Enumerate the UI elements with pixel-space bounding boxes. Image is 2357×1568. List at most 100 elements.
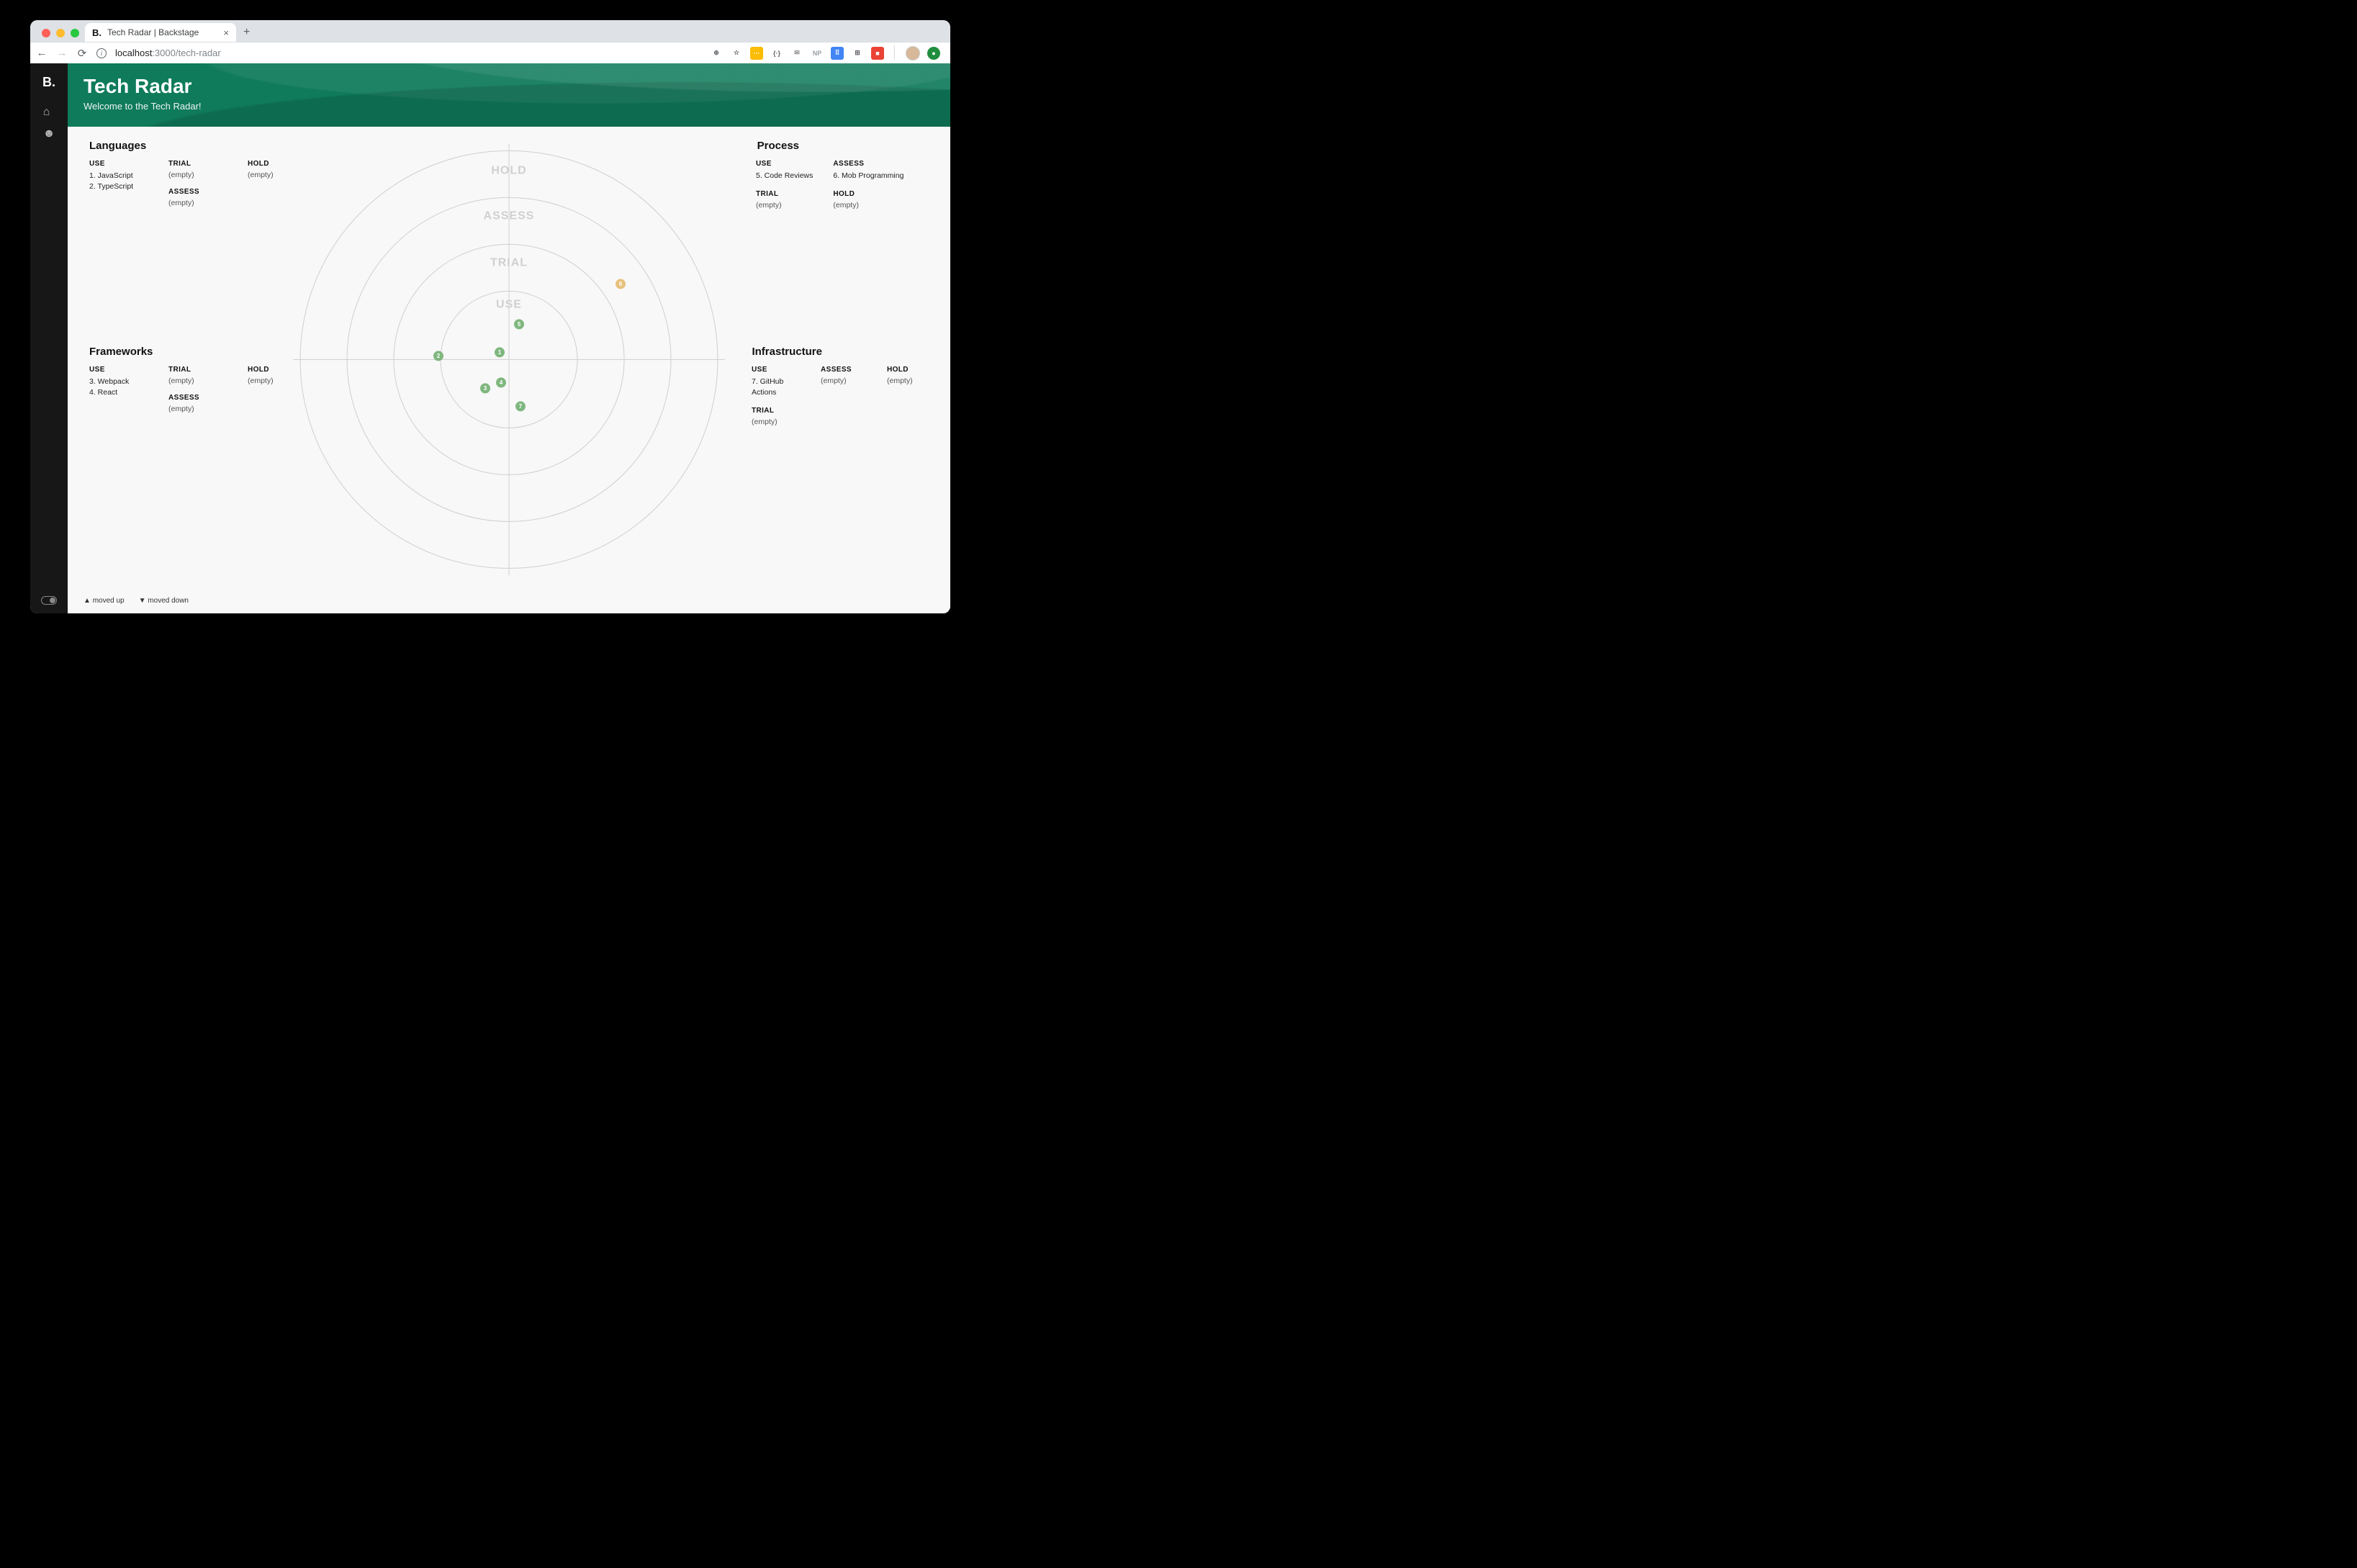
user-icon[interactable]: ☻ (43, 123, 55, 145)
ring-label-trial: TRIAL (490, 256, 528, 269)
ext-braces[interactable]: {·} (770, 47, 783, 60)
empty-label: (empty) (168, 171, 219, 179)
list-item[interactable]: 2. TypeScript (89, 181, 140, 192)
sidebar: B. ⌂☻ (30, 63, 68, 613)
browser-chrome: B. Tech Radar | Backstage × + ← → ⟳ i lo… (30, 20, 950, 63)
profile-avatar[interactable] (906, 46, 920, 60)
page-subtitle: Welcome to the Tech Radar! (84, 101, 934, 112)
content-area: Tech Radar Welcome to the Tech Radar! La… (68, 63, 950, 613)
close-icon[interactable]: × (223, 27, 229, 38)
legend: ▲ moved up ▼ moved down (84, 597, 189, 605)
blip-3[interactable]: 3 (480, 383, 490, 393)
quadrant-block-languages: USE 1. JavaScript2. TypeScript TRIAL (em… (89, 157, 298, 207)
site-info-icon[interactable]: i (96, 48, 107, 58)
section-head-trial: TRIAL (168, 366, 219, 374)
section-head-trial: TRIAL (168, 160, 219, 168)
window-close-icon[interactable] (42, 29, 50, 37)
svg-text:6: 6 (619, 281, 623, 287)
list-item[interactable]: 5. Code Reviews (756, 171, 813, 181)
svg-text:3: 3 (484, 385, 487, 392)
section-head-assess: ASSESS (821, 366, 871, 374)
svg-text:1: 1 (498, 349, 502, 356)
sidebar-toggle[interactable] (41, 596, 57, 605)
empty-label: (empty) (168, 405, 219, 413)
quadrant-title-languages: Languages (89, 140, 146, 152)
zoom-icon[interactable]: ⊕ (710, 47, 723, 60)
section-head-trial: TRIAL (752, 407, 805, 415)
empty-label: (empty) (248, 171, 298, 179)
address-bar-row: ← → ⟳ i localhost:3000/tech-radar ⊕ ☆ ··· {… (30, 42, 950, 63)
radar-area: Languages USE 1. JavaScript2. TypeScript… (68, 127, 950, 613)
ring-label-assess: ASSESS (484, 209, 535, 222)
page-header: Tech Radar Welcome to the Tech Radar! (68, 63, 950, 127)
blip-7[interactable]: 7 (515, 401, 526, 411)
home-icon[interactable]: ⌂ (43, 102, 55, 123)
blip-5[interactable]: 5 (514, 319, 524, 329)
ext-translate[interactable]: ⠿ (831, 47, 844, 60)
star-icon[interactable]: ☆ (730, 47, 743, 60)
list-item[interactable]: 6. Mob Programming (833, 171, 903, 181)
app-logo[interactable]: B. (42, 71, 55, 96)
empty-label: (empty) (756, 201, 813, 209)
list-item[interactable]: 3. Webpack (89, 377, 140, 387)
radar-chart: HOLD ASSESS TRIAL USE 1 2 3 4 5 6 7 (293, 143, 725, 579)
ext-yellow[interactable]: ··· (750, 47, 763, 60)
section-head-assess: ASSESS (168, 188, 219, 196)
empty-label: (empty) (168, 199, 219, 207)
legend-moved-up: ▲ moved up (84, 597, 125, 605)
svg-text:7: 7 (519, 403, 523, 410)
empty-label: (empty) (887, 377, 937, 385)
window-minimize-icon[interactable] (56, 29, 65, 37)
list-item[interactable]: 1. JavaScript (89, 171, 140, 181)
url-path: :3000/tech-radar (152, 48, 220, 58)
url-host: localhost (115, 48, 152, 58)
window-maximize-icon[interactable] (71, 29, 79, 37)
section-head-assess: ASSESS (168, 394, 219, 402)
blip-1[interactable]: 1 (495, 347, 505, 357)
new-tab-button[interactable]: + (236, 26, 257, 42)
ext-red[interactable]: ■ (871, 47, 884, 60)
svg-text:5: 5 (518, 321, 521, 328)
legend-moved-down: ▼ moved down (139, 597, 189, 605)
back-button[interactable]: ← (36, 47, 48, 59)
page-title: Tech Radar (84, 75, 934, 98)
blip-2[interactable]: 2 (433, 351, 443, 361)
section-head-hold: HOLD (248, 160, 298, 168)
quadrant-block-process: USE 5. Code Reviews TRIAL (empty) ASSESS… (756, 157, 929, 209)
section-head-hold: HOLD (887, 366, 937, 374)
section-head-trial: TRIAL (756, 190, 813, 198)
update-available-icon[interactable]: ● (927, 47, 940, 60)
quadrant-title-infrastructure: Infrastructure (752, 346, 822, 358)
browser-window: B. Tech Radar | Backstage × + ← → ⟳ i lo… (30, 20, 950, 613)
ring-label-hold: HOLD (491, 164, 526, 176)
section-head-use: USE (752, 366, 805, 374)
forward-button[interactable]: → (56, 47, 68, 59)
ext-mail[interactable]: ✉ (790, 47, 803, 60)
section-head-use: USE (756, 160, 813, 168)
radar-rings (293, 143, 725, 575)
empty-label: (empty) (248, 377, 298, 385)
list-item[interactable]: 4. React (89, 387, 140, 398)
favicon-icon: B. (92, 27, 102, 38)
extensions-row: ⊕☆···{·}✉NP⠿⊞■│● (710, 46, 945, 60)
section-head-hold: HOLD (248, 366, 298, 374)
browser-tab[interactable]: B. Tech Radar | Backstage × (85, 23, 236, 42)
svg-text:4: 4 (500, 379, 503, 386)
ext-grid[interactable]: ⊞ (851, 47, 864, 60)
blip-4[interactable]: 4 (496, 377, 506, 387)
empty-label: (empty) (168, 377, 219, 385)
blip-6[interactable]: 6 (616, 279, 626, 289)
ring-label-use: USE (496, 298, 522, 310)
quadrant-title-process: Process (757, 140, 799, 152)
ext-np[interactable]: NP (811, 47, 824, 60)
svg-text:2: 2 (437, 353, 441, 359)
tab-title: Tech Radar | Backstage (107, 27, 199, 37)
address-bar[interactable]: localhost:3000/tech-radar (115, 48, 221, 58)
quadrant-block-frameworks: USE 3. Webpack4. React TRIAL (empty) ASS… (89, 363, 298, 413)
list-item[interactable]: 7. GitHub Actions (752, 377, 805, 398)
app-shell: B. ⌂☻ Tech Radar Welcome to the Tech Rad… (30, 63, 950, 613)
empty-label: (empty) (821, 377, 871, 385)
tab-strip: B. Tech Radar | Backstage × + (30, 20, 950, 42)
reload-button[interactable]: ⟳ (76, 47, 88, 60)
quadrant-block-infrastructure: USE 7. GitHub Actions TRIAL (empty) ASSE… (752, 363, 937, 426)
